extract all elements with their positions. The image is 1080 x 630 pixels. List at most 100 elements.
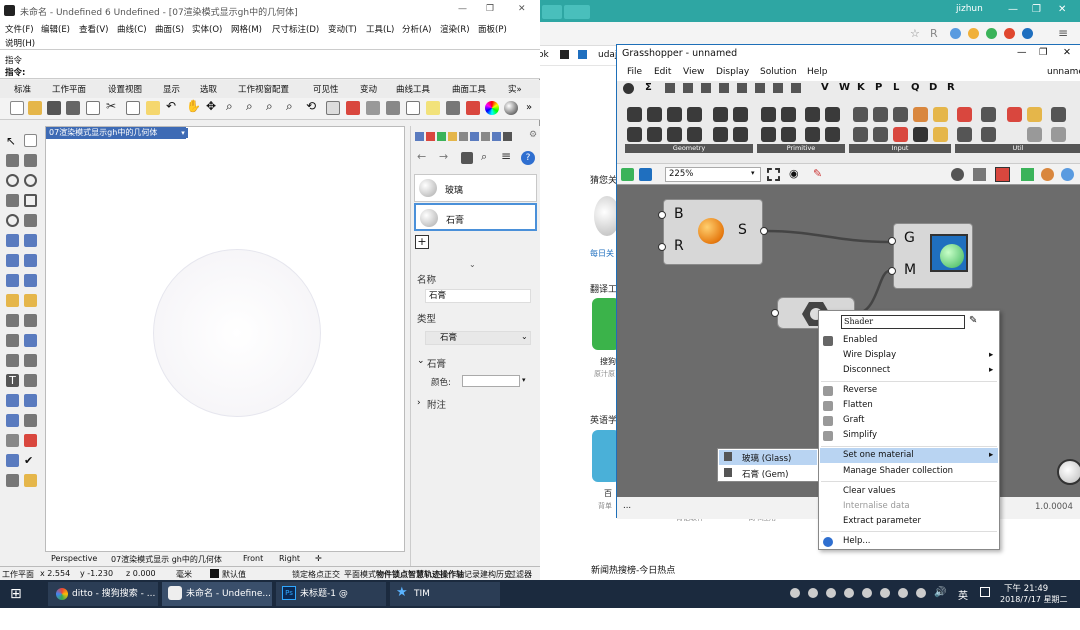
extension-icon[interactable]: [950, 28, 961, 39]
tab-r[interactable]: R: [947, 82, 955, 93]
panel-tab-icon[interactable]: [492, 132, 501, 141]
help-icon[interactable]: ?: [521, 151, 535, 165]
util-component-icon[interactable]: [981, 107, 996, 122]
primitive-component-icon[interactable]: [825, 127, 840, 142]
geometry-component-icon[interactable]: [713, 107, 728, 122]
util-component-icon[interactable]: [1027, 127, 1042, 142]
primitive-component-icon[interactable]: [761, 107, 776, 122]
primitive-component-icon[interactable]: [781, 127, 796, 142]
input-component-icon[interactable]: [853, 127, 868, 142]
move-icon[interactable]: [6, 394, 19, 407]
tab-intersect-icon[interactable]: [755, 83, 765, 93]
arc-icon[interactable]: [6, 214, 19, 227]
trim-icon[interactable]: [6, 314, 19, 327]
input-component-icon[interactable]: [933, 107, 948, 122]
menu-enabled[interactable]: Enabled: [843, 335, 877, 345]
geometry-component-icon[interactable]: [733, 127, 748, 142]
preview-eye-icon[interactable]: ◉: [789, 167, 799, 180]
minimize-icon[interactable]: —: [1008, 4, 1018, 15]
tab-curve-icon[interactable]: [701, 83, 711, 93]
tab-set-view[interactable]: 设置视图: [108, 83, 142, 95]
forward-icon[interactable]: →: [439, 150, 448, 163]
bookmark[interactable]: udaj: [598, 50, 617, 60]
material-type-icon[interactable]: [461, 152, 473, 164]
util-component-icon[interactable]: [1007, 107, 1022, 122]
save-icon[interactable]: [47, 101, 61, 115]
cplane-icon[interactable]: [346, 101, 360, 115]
status-grid-snap[interactable]: 锁定格点: [292, 569, 324, 580]
scale-icon[interactable]: [24, 394, 37, 407]
zoom-selected-icon[interactable]: ⌕: [286, 99, 300, 113]
input-component-icon[interactable]: [873, 127, 888, 142]
copy-icon[interactable]: [86, 101, 100, 115]
menu-render[interactable]: 渲染(R): [440, 23, 470, 35]
grid-array-icon[interactable]: [6, 434, 19, 447]
extension-icon[interactable]: [968, 28, 979, 39]
tray-icon[interactable]: [880, 588, 890, 598]
tab-named-view[interactable]: 07渲染模式显示 gh中的几何体: [111, 554, 222, 565]
tab-q[interactable]: Q: [911, 82, 920, 93]
ruler-icon[interactable]: [24, 414, 37, 427]
input-component-icon[interactable]: [853, 107, 868, 122]
submenu-plaster[interactable]: 石膏 (Gem): [742, 468, 788, 480]
geometry-component-icon[interactable]: [667, 127, 682, 142]
gh-menu-display[interactable]: Display: [716, 67, 749, 77]
menu-surface[interactable]: 曲面(S): [155, 23, 184, 35]
tab-mesh-icon[interactable]: [737, 83, 747, 93]
chevron-down-icon[interactable]: ⌄: [417, 356, 425, 366]
menu-reverse[interactable]: Reverse: [843, 385, 877, 395]
add-viewport-icon[interactable]: ✛: [315, 554, 322, 563]
mesh-icon[interactable]: [6, 274, 19, 287]
menu-disconnect[interactable]: Disconnect: [843, 365, 890, 375]
news-title[interactable]: 新闻热搜榜-今日热点: [591, 563, 675, 576]
tray-icon[interactable]: [898, 588, 908, 598]
menu-dimension[interactable]: 尺寸标注(D): [272, 23, 319, 35]
tab-visibility[interactable]: 可见性: [313, 83, 339, 95]
panel-tab-icon[interactable]: [481, 132, 490, 141]
ribbon-group-input[interactable]: Input: [849, 144, 951, 153]
array-icon[interactable]: [6, 414, 19, 427]
bookmark-icon[interactable]: [560, 50, 569, 59]
calendar-component-icon[interactable]: [913, 107, 928, 122]
menu-view[interactable]: 查看(V): [79, 23, 108, 35]
gh-menu-help[interactable]: Help: [807, 67, 828, 77]
viewport-dropdown-icon[interactable]: ▾: [178, 128, 188, 138]
tab-display[interactable]: 显示: [163, 83, 180, 95]
analyze-icon[interactable]: [6, 454, 19, 467]
save-file-icon[interactable]: [639, 168, 652, 181]
cylinder-icon[interactable]: [24, 254, 37, 267]
menu-edit[interactable]: 编辑(E): [41, 23, 70, 35]
chevron-down-icon[interactable]: ▾: [522, 376, 526, 384]
status-layer[interactable]: 默认值: [222, 569, 246, 580]
more-icon[interactable]: »: [526, 102, 532, 113]
panel-tab-icon[interactable]: [470, 132, 479, 141]
notes-header[interactable]: 附注: [427, 397, 446, 411]
tab-front[interactable]: Front: [243, 554, 263, 563]
bookmark-icon[interactable]: [578, 50, 587, 59]
light-icon[interactable]: [426, 101, 440, 115]
material-item-plaster[interactable]: 石膏: [414, 203, 537, 231]
clipboard-icon[interactable]: [126, 101, 140, 115]
undo-view-icon[interactable]: ⟲: [306, 99, 320, 113]
side-text[interactable]: 搜狗: [600, 356, 616, 367]
viewport-title[interactable]: 07渲染模式显示gh中的几何体: [46, 127, 186, 139]
params-tab-icon[interactable]: [623, 83, 634, 94]
cut-icon[interactable]: ✂: [106, 99, 120, 113]
menu-wire-display[interactable]: Wire Display: [843, 350, 896, 360]
add-material-icon[interactable]: +: [415, 235, 429, 249]
zoom-extents-icon[interactable]: ⌕: [266, 99, 280, 113]
status-osnap[interactable]: 物件锁点: [376, 569, 408, 580]
preview-selected-icon[interactable]: [995, 167, 1010, 182]
paste-icon[interactable]: [146, 101, 160, 115]
menu-panels[interactable]: 面板(P): [478, 23, 507, 35]
zoom-icon[interactable]: ⌕: [226, 99, 240, 113]
start-icon[interactable]: ⊞: [10, 582, 22, 606]
close-icon[interactable]: ✕: [1058, 4, 1066, 15]
chevron-down-icon[interactable]: ▾: [751, 169, 755, 177]
boolean-icon[interactable]: [6, 294, 19, 307]
input-component-icon[interactable]: [913, 127, 928, 142]
primitive-component-icon[interactable]: [805, 107, 820, 122]
tab-select[interactable]: 选取: [200, 83, 217, 95]
status-cplane[interactable]: 工作平面: [2, 569, 34, 580]
zoom-window-icon[interactable]: ⌕: [246, 99, 260, 113]
